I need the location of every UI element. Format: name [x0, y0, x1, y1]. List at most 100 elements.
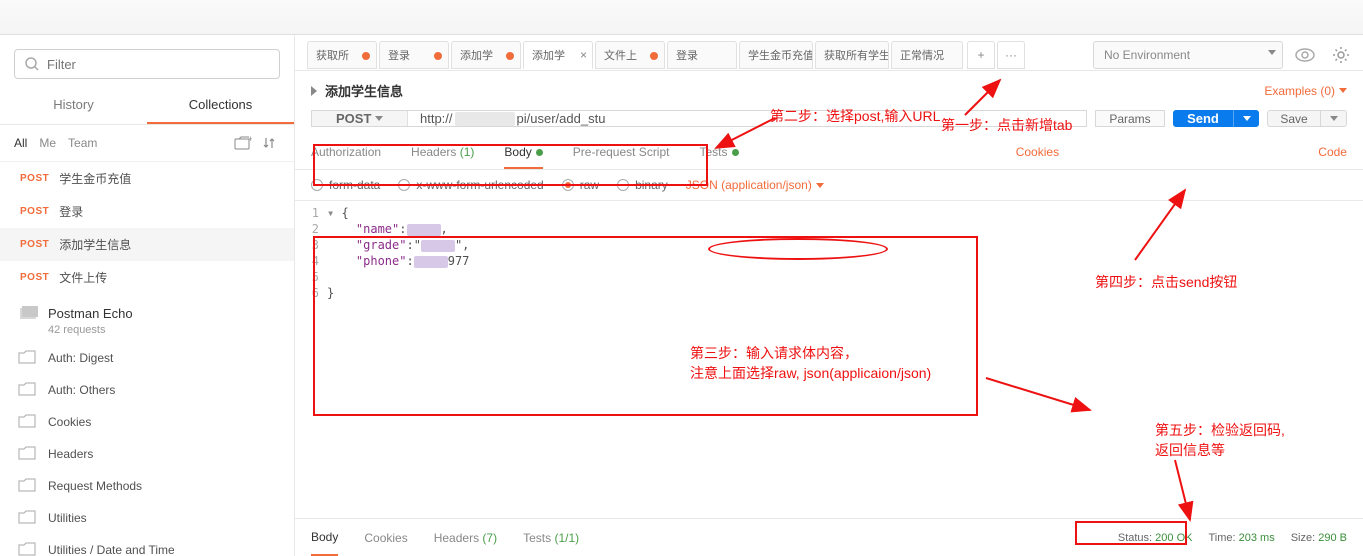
tab-prerequest[interactable]: Pre-request Script [573, 137, 670, 169]
method-select[interactable]: POST [312, 111, 408, 126]
folder-icon [18, 478, 38, 494]
filter-all[interactable]: All [14, 136, 27, 150]
subfolder[interactable]: Cookies [0, 406, 294, 438]
filter-field [14, 49, 280, 79]
request-tab[interactable]: 添加学 [451, 41, 521, 69]
chevron-down-icon [1268, 50, 1276, 55]
request-item[interactable]: POST文件上传 [0, 261, 294, 294]
request-tab[interactable]: 获取所 [307, 41, 377, 69]
tab-label: 学生金币充值 [748, 47, 813, 63]
request-tab[interactable]: 学生金币充值 [739, 41, 813, 69]
subfolder-label: Auth: Digest [48, 351, 113, 365]
request-label: 文件上传 [59, 269, 107, 286]
unsaved-dot-icon [650, 52, 658, 60]
body-editor[interactable]: 123456 ▾ { "name":, "grade":"", "phone":… [295, 200, 1363, 518]
subfolder[interactable]: Utilities [0, 502, 294, 534]
radio-raw[interactable]: raw [562, 178, 599, 192]
save-button[interactable]: Save [1267, 110, 1321, 127]
tab-label: 获取所 [316, 47, 349, 63]
send-dropdown-button[interactable] [1233, 110, 1259, 127]
folder-icon [18, 350, 38, 366]
filter-input[interactable] [14, 49, 280, 79]
main-area: 获取所 登录 添加学 添加学 × 文件上 登录 学生金币充值 获取所有学生 正常情… [295, 35, 1363, 556]
collection-folder[interactable]: Postman Echo [0, 294, 294, 324]
subfolder[interactable]: Auth: Others [0, 374, 294, 406]
search-icon [24, 56, 40, 75]
folder-icon [18, 542, 38, 556]
method-badge: POST [20, 173, 49, 184]
tab-menu-button[interactable]: ··· [997, 41, 1025, 69]
new-folder-icon[interactable]: + [232, 133, 254, 153]
request-item[interactable]: POST 登录 [0, 195, 294, 228]
request-label: 登录 [59, 203, 83, 220]
request-tab[interactable]: 正常情况 [891, 41, 963, 69]
folder-icon [18, 446, 38, 462]
tab-history[interactable]: History [0, 87, 147, 124]
folder-icon [18, 414, 38, 430]
disclosure-triangle-icon[interactable] [311, 86, 317, 96]
resp-tab-cookies[interactable]: Cookies [364, 521, 407, 555]
tab-body[interactable]: Body [504, 137, 542, 169]
subfolder[interactable]: Headers [0, 438, 294, 470]
resp-tab-tests[interactable]: Tests (1/1) [523, 521, 579, 555]
tab-label: 获取所有学生 [824, 47, 889, 63]
filter-team[interactable]: Team [68, 136, 97, 150]
redacted [455, 112, 515, 126]
request-item[interactable]: POST 学生金币充值 [0, 162, 294, 195]
chevron-down-icon [1243, 116, 1251, 121]
folder-stack-icon [18, 304, 40, 322]
code-area[interactable]: ▾ { "name":, "grade":"", "phone":977 } [327, 205, 1363, 514]
method-badge: POST [20, 239, 49, 250]
new-tab-button[interactable]: + [967, 41, 995, 69]
radio-formdata[interactable]: form-data [311, 178, 380, 192]
status-dot-icon [536, 149, 543, 156]
code-link[interactable]: Code [1318, 137, 1347, 169]
tab-collections[interactable]: Collections [147, 87, 294, 124]
unsaved-dot-icon [506, 52, 514, 60]
resp-tab-body[interactable]: Body [311, 520, 338, 556]
cookies-link[interactable]: Cookies [1016, 137, 1059, 169]
folder-icon [18, 382, 38, 398]
folder-sub: 42 requests [0, 324, 294, 336]
tab-label: 正常情况 [900, 47, 944, 63]
sort-icon[interactable] [258, 133, 280, 153]
request-label: 学生金币充值 [59, 170, 131, 187]
status-label: Status: 200 OK [1118, 532, 1193, 544]
close-icon[interactable]: × [580, 48, 587, 62]
request-tab[interactable]: 文件上 [595, 41, 665, 69]
gear-icon[interactable] [1327, 41, 1355, 69]
resp-tab-headers[interactable]: Headers (7) [434, 521, 497, 555]
tab-label: 添加学 [532, 47, 565, 63]
sidebar: History Collections All Me Team + POST 学生… [0, 35, 295, 556]
tab-authorization[interactable]: Authorization [311, 137, 381, 169]
send-button[interactable]: Send [1173, 110, 1233, 127]
request-tab[interactable]: 登录 [379, 41, 449, 69]
radio-binary[interactable]: binary [617, 178, 668, 192]
save-dropdown-button[interactable] [1321, 110, 1347, 127]
unsaved-dot-icon [434, 52, 442, 60]
tab-label: 登录 [388, 47, 410, 63]
params-button[interactable]: Params [1095, 110, 1165, 127]
subfolder-label: Headers [48, 447, 93, 461]
tab-tests[interactable]: Tests [699, 137, 738, 169]
request-tab[interactable]: 登录 [667, 41, 737, 69]
subfolder[interactable]: Request Methods [0, 470, 294, 502]
svg-text:+: + [248, 136, 252, 144]
radio-urlencoded[interactable]: x-www-form-urlencoded [398, 178, 543, 192]
filter-me[interactable]: Me [39, 136, 56, 150]
content-type-select[interactable]: JSON (application/json) [686, 178, 824, 192]
subfolder-label: Auth: Others [48, 383, 115, 397]
subfolder[interactable]: Utilities / Date and Time [0, 534, 294, 556]
chevron-down-icon [1330, 116, 1338, 121]
subfolder[interactable]: Auth: Digest [0, 342, 294, 374]
request-tab[interactable]: 添加学 × [523, 41, 593, 69]
examples-link[interactable]: Examples (0) [1264, 84, 1347, 98]
request-item[interactable]: POST添加学生信息 [0, 228, 294, 261]
url-input[interactable]: http://pi/user/add_stu [408, 111, 1086, 126]
method-badge: POST [20, 206, 49, 217]
request-tab[interactable]: 获取所有学生 [815, 41, 889, 69]
tab-headers[interactable]: Headers (1) [411, 137, 474, 169]
chevron-down-icon [375, 116, 383, 121]
environment-select[interactable]: No Environment [1093, 41, 1283, 69]
env-preview-icon[interactable] [1291, 41, 1319, 69]
